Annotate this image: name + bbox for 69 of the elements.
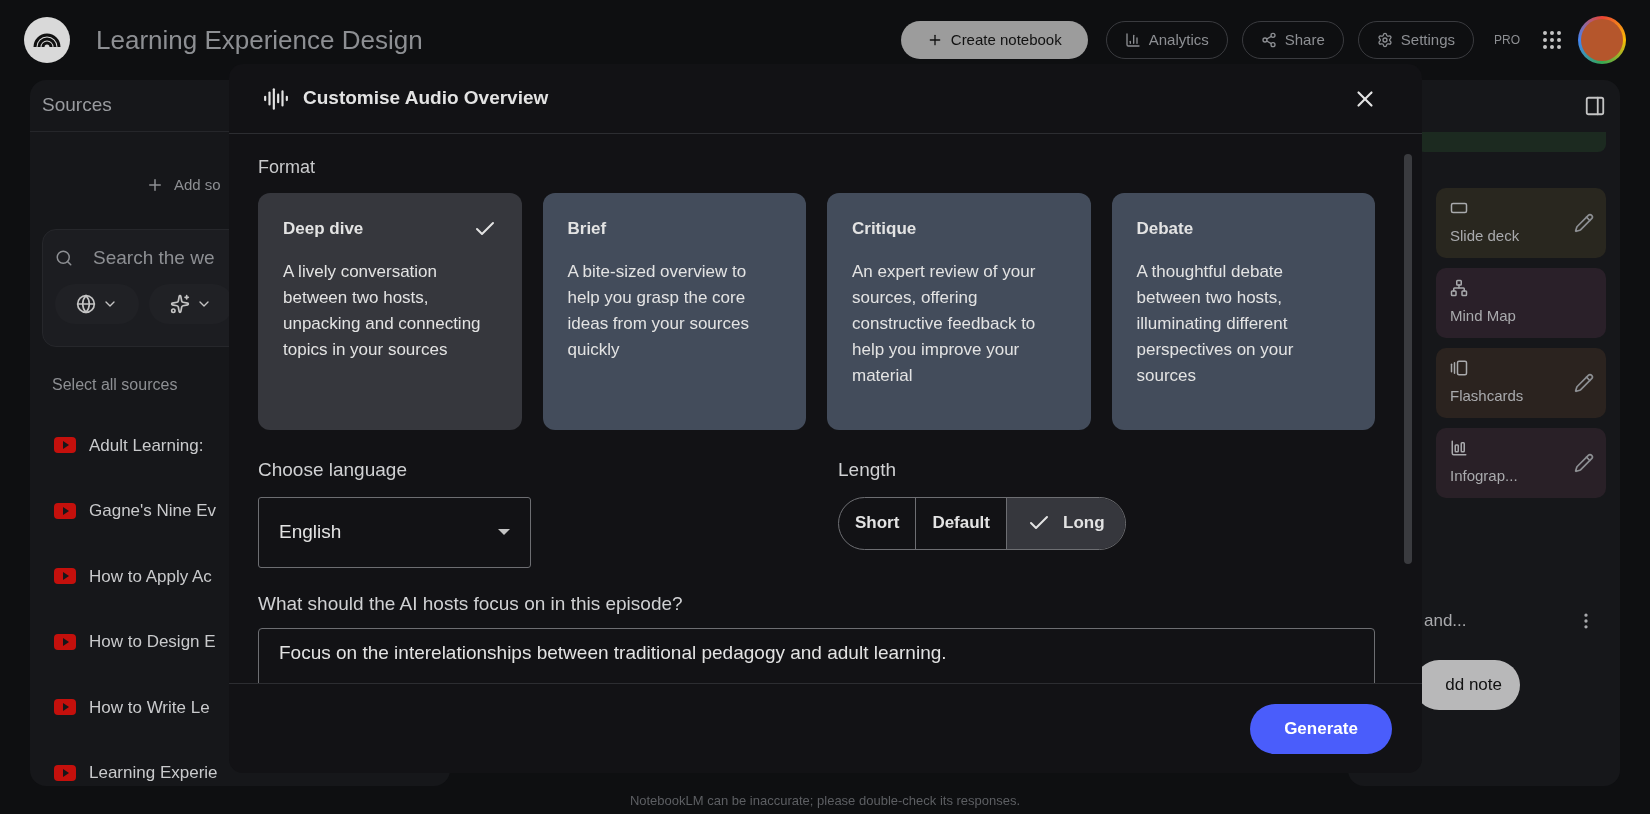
apps-icon[interactable] [1540,28,1564,52]
avatar[interactable] [1578,16,1626,64]
search-field[interactable]: Search the we [93,243,215,272]
source-title[interactable]: How to Design E [89,629,216,655]
format-card[interactable]: Deep dive A lively conversation between two hosts, unpacking and connecting topics in your sources [258,193,522,430]
length-option[interactable]: Short [839,497,916,549]
card-label: Infograp... [1450,465,1518,486]
studio-card[interactable]: Flashcards [1436,348,1606,418]
video-icon [54,764,76,781]
studio-card[interactable]: Slide deck [1436,188,1606,258]
focus-label: What should the AI hosts focus on in this episode? [258,591,684,616]
format-label: Format [258,156,316,179]
format-card[interactable]: Brief A bite-sized overview to help you grasp the core ideas from your sources quickly [542,193,806,430]
panel-toggle-icon[interactable] [1584,95,1606,117]
card-label: Mind Map [1450,305,1516,326]
video-icon [54,568,76,585]
format-title: Brief [567,218,607,241]
web-dropdown[interactable] [55,284,139,324]
search-icon [55,248,73,267]
format-card[interactable]: Critique An expert review of your sources, offering constructive feedback to help you improve your material [827,193,1091,430]
notebook-title: Learning Experience Design [96,23,423,57]
format-description: A thoughtful debate between two hosts, illuminating different perspectives on your sources [1136,261,1295,387]
scrollbar-thumb[interactable] [1404,154,1412,564]
source-title[interactable]: How to Write Le [89,694,210,720]
video-icon [54,699,76,716]
pencil-icon[interactable] [1574,373,1594,393]
mind-map-icon [1450,278,1468,297]
panel-title: Sources [42,93,112,118]
format-title: Debate [1136,218,1194,241]
card-label: Slide deck [1450,225,1520,246]
cards-icon [1450,358,1468,377]
create-button[interactable]: Create notebook [900,21,1088,59]
generate-button[interactable]: Generate [1250,703,1392,754]
dialog-title: Customise Audio Overview [303,86,549,111]
pencil-icon[interactable] [1574,453,1594,473]
format-title: Critique [852,218,917,241]
source-title[interactable]: Adult Learning: [89,432,204,458]
source-title[interactable]: Gagne's Nine Ev [89,498,217,524]
length-option[interactable]: Long [1006,497,1125,549]
dropdown-arrow-icon [498,529,510,535]
bar-chart-icon [1450,438,1468,457]
disclaimer: NotebookLM can be inaccurate; please double-check its responses. [628,791,1022,810]
format-card[interactable]: Debate A thoughtful debate between two hosts, illuminating different perspectives on your sources [1111,193,1375,430]
language-dropdown[interactable]: English [258,496,531,568]
settings-icon [1376,32,1393,48]
add-source-button[interactable]: Add so [146,174,221,197]
format-title: Deep dive [283,218,364,241]
pro-label: PRO [1493,32,1521,49]
studio-card[interactable]: Mind Map [1436,268,1606,338]
video-icon [54,437,76,454]
source-title[interactable]: How to Apply Ac [89,563,212,589]
globe-icon [76,294,96,314]
pencil-icon[interactable] [1574,213,1594,233]
audio-icon [263,85,289,112]
card-label: Flashcards [1450,385,1524,406]
video-icon [54,502,76,519]
note-title: and... [1423,610,1467,632]
language-label: Choose language [258,458,408,482]
studio-card[interactable]: Infograp... [1436,428,1606,498]
chart-icon [1124,32,1141,48]
source-title[interactable]: Learning Experie [89,760,218,786]
logo-icon [24,17,70,63]
video-icon [54,633,76,650]
sparkle-icon [170,294,190,314]
format-description: A bite-sized overview to help you grasp the core ideas from your sources quickly [567,261,750,361]
share-icon [1260,32,1277,48]
format-description: An expert review of your sources, offering constructive feedback to help you improve your material [852,261,1037,387]
length-label: Length [838,458,898,482]
format-description: A lively conversation between two hosts, unpacking and connecting topics in your sources [283,261,482,361]
